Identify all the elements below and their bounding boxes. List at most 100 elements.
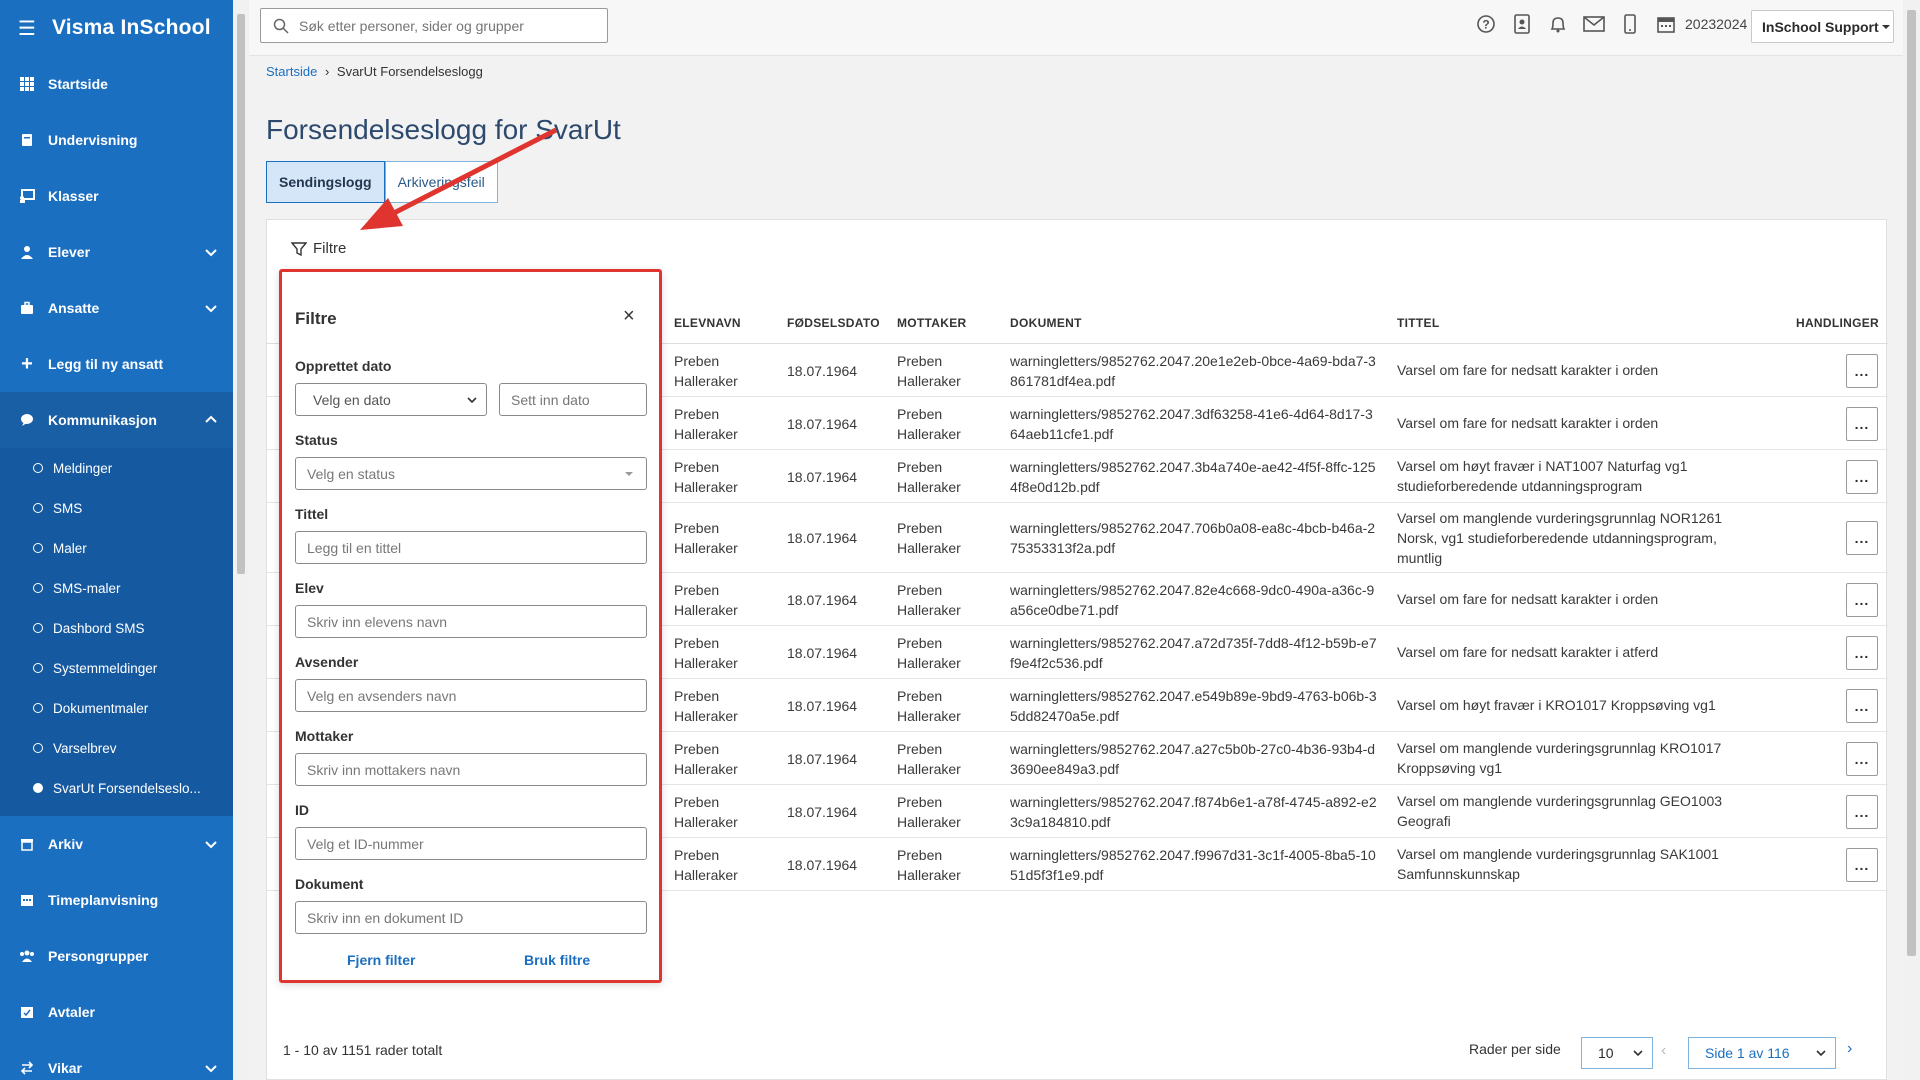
circle-icon: [33, 583, 43, 593]
chevron-down-icon[interactable]: [201, 242, 221, 262]
sidebar-item-ansatte[interactable]: Ansatte: [0, 280, 233, 336]
rows-per-page-label: Rader per side: [1469, 1041, 1561, 1057]
chevron-down-icon[interactable]: [201, 834, 221, 854]
sidebar-item-persongrupper[interactable]: Persongrupper: [0, 928, 233, 984]
sidebar-subitem-label: Meldinger: [53, 460, 113, 476]
document-input[interactable]: Skriv inn en dokument ID: [295, 901, 647, 934]
filter-label-tittel: Tittel: [295, 506, 329, 522]
filter-label-mottaker: Mottaker: [295, 728, 354, 744]
page-select[interactable]: Side 1 av 116: [1688, 1037, 1836, 1069]
status-select-value: Velg en status: [307, 465, 395, 482]
contact-card-icon[interactable]: [1511, 13, 1533, 35]
cell-mottaker: Preben Halleraker: [897, 740, 961, 777]
filled-circle-icon: [33, 783, 43, 793]
cell-dokument: warningletters/9852762.2047.a27c5b0b-27c…: [1010, 740, 1376, 777]
student-input[interactable]: Skriv inn elevens navn: [295, 605, 647, 638]
sidebar-subitem-dashbord-sms[interactable]: Dashbord SMS: [0, 608, 233, 648]
sidebar-subitem-dokumentmaler[interactable]: Dokumentmaler: [0, 688, 233, 728]
sender-input[interactable]: Velg en avsenders navn: [295, 679, 647, 712]
cell-mottaker: Preben Halleraker: [897, 581, 961, 618]
sidebar-subitem-meldinger[interactable]: Meldinger: [0, 448, 233, 488]
sidebar-item-label: Ansatte: [48, 300, 100, 316]
column-header-tittel[interactable]: TITTEL: [1397, 316, 1439, 330]
cell-elevnavn: Preben Halleraker: [674, 581, 738, 618]
row-actions-button[interactable]: ...: [1846, 459, 1878, 494]
status-select[interactable]: Velg en status: [295, 457, 647, 490]
cell-dokument: warningletters/9852762.2047.20e1e2eb-0bc…: [1010, 352, 1376, 389]
sidebar-subitem-systemmeldinger[interactable]: Systemmeldinger: [0, 648, 233, 688]
filter-toggle-button[interactable]: Filtre: [291, 240, 346, 257]
apply-filter-button[interactable]: Bruk filtre: [524, 952, 590, 968]
close-icon[interactable]: ×: [623, 305, 635, 328]
id-input[interactable]: Velg et ID-nummer: [295, 827, 647, 860]
sidebar-subitem-sms-maler[interactable]: SMS-maler: [0, 568, 233, 608]
sidebar-subitem-varselbrev[interactable]: Varselbrev: [0, 728, 233, 768]
row-actions-button[interactable]: ...: [1846, 353, 1878, 388]
search-box[interactable]: [260, 8, 608, 43]
row-actions-button[interactable]: ...: [1846, 847, 1878, 882]
row-actions-button[interactable]: ...: [1846, 688, 1878, 723]
sidebar-item-arkiv[interactable]: Arkiv: [0, 816, 233, 872]
created-date-select[interactable]: Velg en dato: [295, 383, 487, 416]
row-actions-button[interactable]: ...: [1846, 794, 1878, 829]
chevron-up-icon[interactable]: [201, 410, 221, 430]
chevron-down-icon[interactable]: [201, 1058, 221, 1078]
student-icon: [18, 243, 36, 261]
search-input[interactable]: [299, 17, 589, 34]
row-actions-button[interactable]: ...: [1846, 582, 1878, 617]
next-page-icon[interactable]: ›: [1847, 1040, 1852, 1058]
caret-down-icon: [625, 471, 633, 476]
user-menu-button[interactable]: InSchool Support: [1751, 10, 1894, 43]
mobile-icon[interactable]: [1619, 13, 1641, 35]
sidebar-item-label: Klasser: [48, 188, 99, 204]
rows-per-page-select[interactable]: 10: [1581, 1037, 1653, 1069]
row-actions-button[interactable]: ...: [1846, 406, 1878, 441]
sidebar-item-legg-til-ansatt[interactable]: + Legg til ny ansatt: [0, 336, 233, 392]
sidebar-item-timeplanvisning[interactable]: Timeplanvisning: [0, 872, 233, 928]
page-scrollbar-thumb[interactable]: [1907, 10, 1916, 956]
sidebar-item-elever[interactable]: Elever: [0, 224, 233, 280]
sidebar-item-avtaler[interactable]: Avtaler: [0, 984, 233, 1040]
page-scrollbar[interactable]: [1903, 0, 1920, 1080]
cell-fodselsdato: 18.07.1964: [787, 415, 858, 432]
sidebar-subitem-svarut[interactable]: SvarUt Forsendelseslo...: [0, 768, 233, 808]
sidebar-subitem-label: SMS-maler: [53, 580, 121, 596]
help-icon[interactable]: ?: [1475, 13, 1497, 35]
sidebar-item-vikar[interactable]: Vikar: [0, 1040, 233, 1080]
row-actions-button[interactable]: ...: [1846, 741, 1878, 776]
column-header-mottaker[interactable]: MOTTAKER: [897, 316, 967, 330]
cell-dokument: warningletters/9852762.2047.706b0a08-ea8…: [1010, 520, 1376, 556]
column-header-fodselsdato[interactable]: FØDSELSDATO: [787, 316, 880, 330]
tab-sendingslogg[interactable]: Sendingslogg: [266, 161, 385, 203]
sidebar-item-klasser[interactable]: Klasser: [0, 168, 233, 224]
sidebar-scrollbar-thumb[interactable]: [237, 14, 245, 574]
sidebar-item-kommunikasjon[interactable]: Kommunikasjon: [0, 392, 233, 448]
calendar-icon[interactable]: [1655, 13, 1677, 35]
cell-fodselsdato: 18.07.1964: [787, 362, 858, 379]
sidebar-item-undervisning[interactable]: Undervisning: [0, 112, 233, 168]
column-header-elevnavn[interactable]: ELEVNAVN: [674, 316, 741, 330]
school-year-selector[interactable]: 20232024: [1685, 16, 1747, 32]
hamburger-menu-icon[interactable]: ☰: [18, 16, 36, 41]
page-select-value: Side 1 av 116: [1705, 1045, 1790, 1061]
recipient-input[interactable]: Skriv inn mottakers navn: [295, 753, 647, 786]
mail-icon[interactable]: [1583, 13, 1605, 35]
chevron-down-icon[interactable]: [201, 298, 221, 318]
created-date-input[interactable]: Sett inn dato: [499, 383, 647, 416]
column-header-dokument[interactable]: DOKUMENT: [1010, 316, 1082, 330]
sidebar-item-startside[interactable]: Startside: [0, 56, 233, 112]
clear-filter-button[interactable]: Fjern filter: [347, 952, 415, 968]
breadcrumb-home[interactable]: Startside: [266, 64, 317, 79]
app-brand: Visma InSchool: [51, 16, 211, 39]
cell-fodselsdato: 18.07.1964: [787, 697, 858, 714]
row-actions-button[interactable]: ...: [1846, 635, 1878, 670]
sidebar-subitem-sms[interactable]: SMS: [0, 488, 233, 528]
title-input[interactable]: Legg til en tittel: [295, 531, 647, 564]
row-actions-button[interactable]: ...: [1846, 521, 1878, 555]
sidebar-scrollbar[interactable]: [233, 0, 249, 1080]
previous-page-icon[interactable]: ‹: [1661, 1042, 1666, 1060]
sidebar-subitem-maler[interactable]: Maler: [0, 528, 233, 568]
sidebar: ☰ Visma InSchool Startside Undervisning …: [0, 0, 233, 1080]
bell-icon[interactable]: [1547, 13, 1569, 35]
tab-arkiveringsfeil[interactable]: Arkiveringsfeil: [384, 161, 498, 203]
